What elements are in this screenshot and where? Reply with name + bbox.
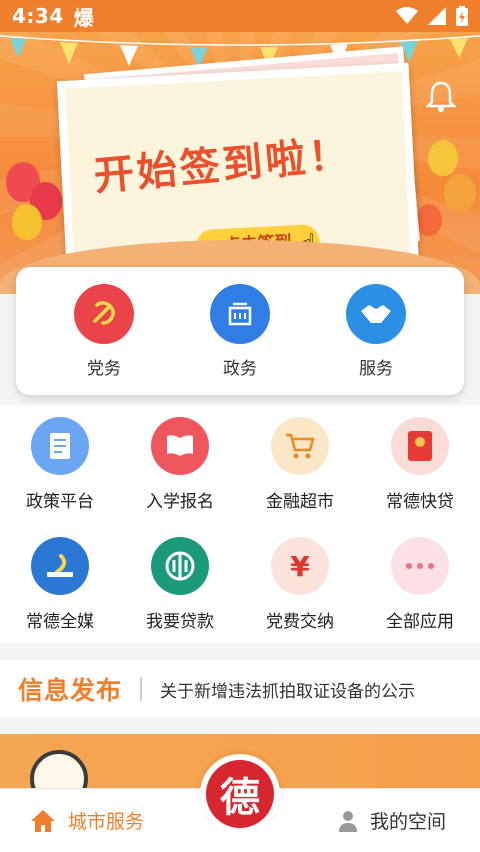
shopping-cart-icon xyxy=(271,417,329,475)
nav-my-space[interactable]: 我的空间 xyxy=(338,807,446,834)
app-label: 党费交纳 xyxy=(266,612,334,632)
balloon xyxy=(416,204,442,236)
signal-icon xyxy=(428,7,446,25)
app-finance-market[interactable]: 金融超市 xyxy=(240,405,360,525)
news-divider xyxy=(140,677,143,701)
app-label: 我要贷款 xyxy=(146,612,214,632)
app-policy-platform[interactable]: 政策平台 xyxy=(0,405,120,525)
news-section-title: 信息发布 xyxy=(18,676,123,705)
media-logo-icon xyxy=(31,537,89,595)
app-label: 全部应用 xyxy=(386,612,454,632)
news-headline[interactable]: 关于新增违法抓拍取证设备的公示 xyxy=(160,677,415,702)
balloon xyxy=(444,174,476,212)
app-all-apps[interactable]: 全部应用 xyxy=(360,525,480,643)
battery-icon xyxy=(456,6,468,26)
checkin-headline: 开始签到啦！ xyxy=(92,130,354,200)
policy-document-icon xyxy=(31,417,89,475)
service-label: 政务 xyxy=(223,358,257,379)
checkin-banner[interactable]: 开始签到啦！ 点击签到 ☝ xyxy=(0,32,480,294)
app-label: 金融超市 xyxy=(266,492,334,512)
de-logo-icon: 德 xyxy=(206,760,274,828)
status-icons xyxy=(396,6,468,26)
person-icon xyxy=(338,810,357,832)
bell-icon[interactable] xyxy=(426,80,456,112)
wifi-icon xyxy=(396,7,418,24)
more-dots-icon xyxy=(391,537,449,595)
home-icon xyxy=(31,809,55,832)
handshake-icon xyxy=(346,283,406,344)
nav-my-space-label: 我的空间 xyxy=(369,811,446,833)
center-home-button[interactable]: 德 xyxy=(200,754,280,834)
app-label: 常德快贷 xyxy=(386,492,454,512)
service-party-affairs[interactable]: 党务 xyxy=(59,283,149,379)
government-building-icon xyxy=(210,283,270,344)
primary-services: 党务 政务 服务 xyxy=(16,267,464,395)
app-label: 政策平台 xyxy=(26,492,94,512)
balloon xyxy=(12,204,42,240)
status-carrier-glyph: 爆 xyxy=(73,5,94,30)
nav-city-service-label: 城市服务 xyxy=(68,811,145,833)
service-label: 服务 xyxy=(359,358,393,379)
service-government-affairs[interactable]: 政务 xyxy=(195,283,285,379)
book-enrollment-icon xyxy=(151,417,209,475)
app-apply-loan[interactable]: 我要贷款 xyxy=(120,525,240,643)
app-label: 入学报名 xyxy=(146,492,214,512)
nav-city-service[interactable]: 城市服务 xyxy=(30,807,144,834)
app-enrollment[interactable]: 入学报名 xyxy=(120,405,240,525)
news-ticker[interactable]: 信息发布 关于新增违法抓拍取证设备的公示 xyxy=(0,660,480,718)
red-envelope-icon xyxy=(391,417,449,475)
service-public-services[interactable]: 服务 xyxy=(331,283,421,379)
app-changde-all-media[interactable]: 常德全媒 xyxy=(0,525,120,643)
yuan-icon: ¥ xyxy=(271,537,329,595)
app-changde-quick-loan[interactable]: 常德快贷 xyxy=(360,405,480,525)
app-party-dues[interactable]: ¥ 党费交纳 xyxy=(240,525,360,643)
app-label: 常德全媒 xyxy=(26,612,94,632)
app-grid: 政策平台 入学报名 金融超市 常德快贷 常德全媒 我要贷款 ¥ 党费交纳 全部应… xyxy=(0,405,480,643)
status-time: 4:34 xyxy=(12,4,64,28)
bank-logo-icon xyxy=(151,537,209,595)
status-bar: 4:34 爆 xyxy=(0,0,480,32)
balloon xyxy=(428,140,458,176)
party-emblem-icon xyxy=(74,283,134,344)
service-label: 党务 xyxy=(87,358,121,379)
